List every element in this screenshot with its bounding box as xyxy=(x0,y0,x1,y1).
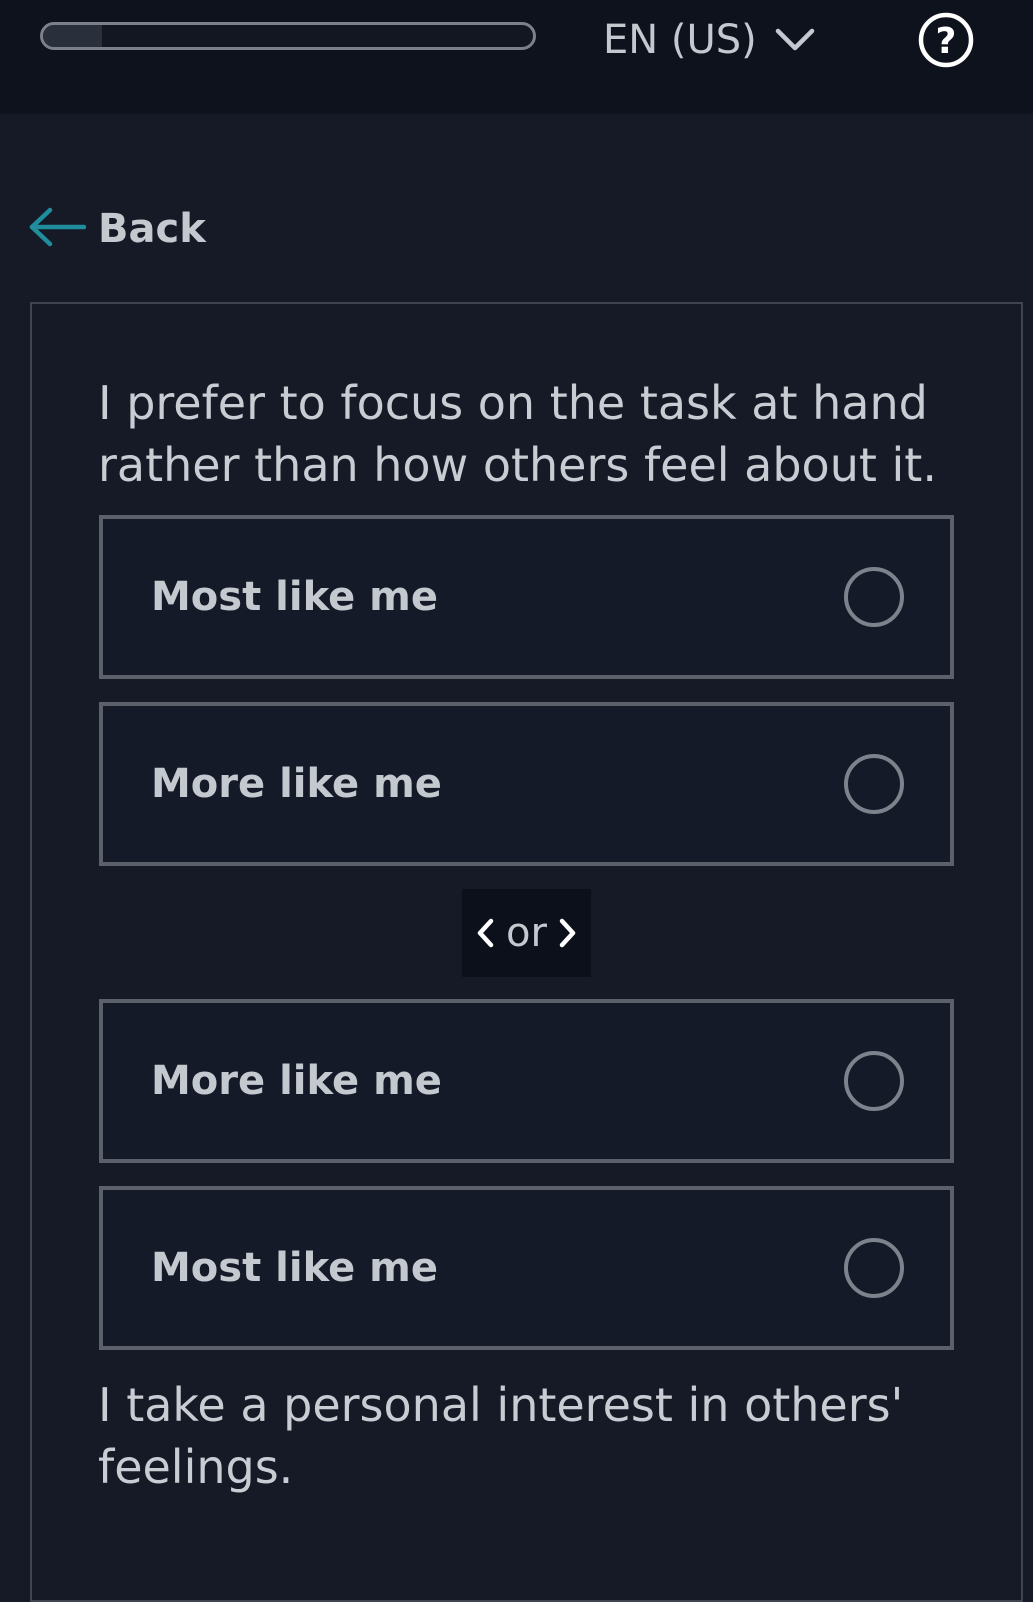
help-symbol: ? xyxy=(936,21,957,62)
option-most-like-me[interactable]: Most like me xyxy=(99,1186,954,1350)
chevron-down-icon xyxy=(775,27,815,53)
back-button[interactable]: Back xyxy=(28,206,206,252)
option-label: Most like me xyxy=(151,1245,438,1291)
language-label: EN (US) xyxy=(603,17,757,63)
arrow-left-icon xyxy=(28,207,87,251)
option-label: More like me xyxy=(151,1058,442,1104)
radio-button[interactable] xyxy=(844,1051,904,1111)
top-bar: EN (US) ? xyxy=(0,0,1033,114)
option-most-like-me[interactable]: Most like me xyxy=(99,515,954,679)
option-more-like-me[interactable]: More like me xyxy=(99,999,954,1163)
or-separator: or xyxy=(462,889,591,977)
option-more-like-me[interactable]: More like me xyxy=(99,702,954,866)
help-button[interactable]: ? xyxy=(918,12,974,68)
progress-bar xyxy=(40,22,536,50)
back-label: Back xyxy=(98,206,206,252)
radio-button[interactable] xyxy=(844,754,904,814)
chevron-right-icon xyxy=(557,917,577,949)
radio-button[interactable] xyxy=(844,567,904,627)
radio-button[interactable] xyxy=(844,1238,904,1298)
or-label: or xyxy=(506,910,547,956)
progress-bar-fill xyxy=(43,25,102,47)
language-selector[interactable]: EN (US) xyxy=(603,14,815,66)
option-label: More like me xyxy=(151,761,442,807)
question-text: I prefer to focus on the task at hand ra… xyxy=(98,376,937,492)
chevron-left-icon xyxy=(476,917,496,949)
question-text: I take a personal interest in others' fe… xyxy=(98,1378,904,1494)
question-circle-icon: ? xyxy=(918,12,974,68)
option-label: Most like me xyxy=(151,574,438,620)
